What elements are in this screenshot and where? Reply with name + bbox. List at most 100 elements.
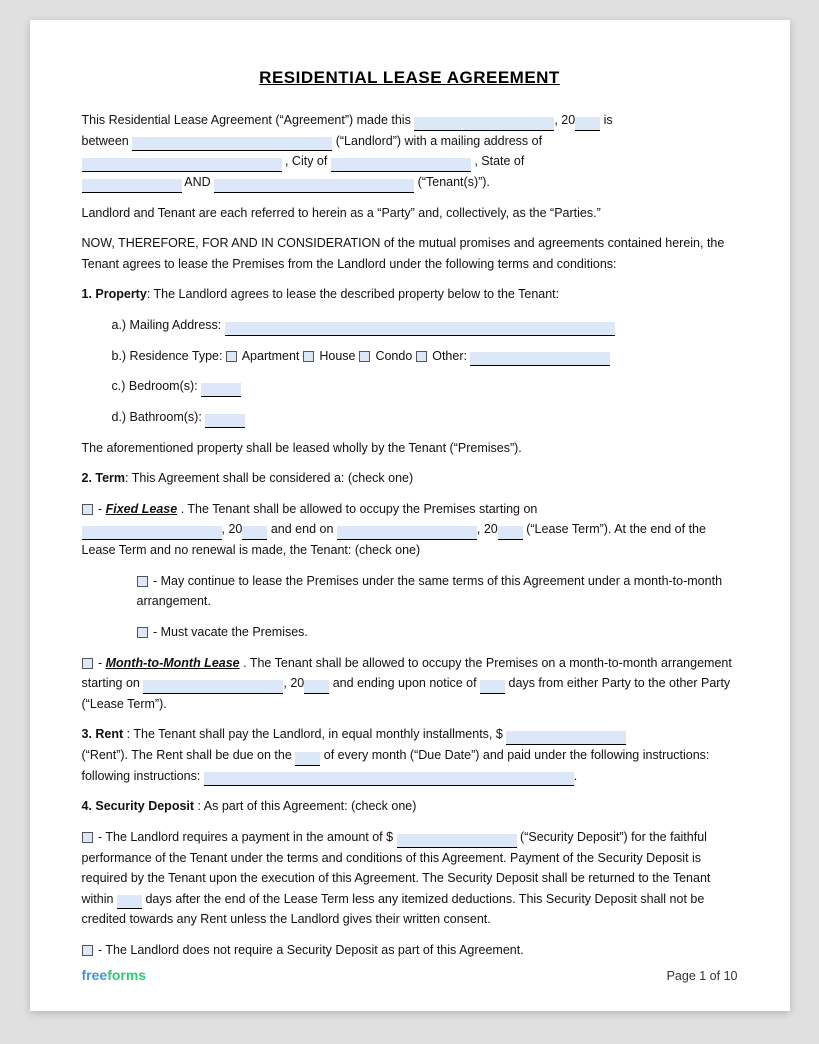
between-label: between xyxy=(82,134,129,148)
start-date-field[interactable] xyxy=(82,526,222,540)
year-field[interactable] xyxy=(575,117,600,131)
other-checkbox[interactable] xyxy=(416,351,427,362)
section2-heading-line: 2. Term: This Agreement shall be conside… xyxy=(82,468,738,489)
intro-paragraph: This Residential Lease Agreement (“Agree… xyxy=(82,110,738,193)
bathrooms-label: d.) Bathroom(s): xyxy=(112,410,206,424)
condo-checkbox[interactable] xyxy=(359,351,370,362)
bedrooms-label: c.) Bedroom(s): xyxy=(112,379,202,393)
consideration-text: NOW, THEREFORE, FOR AND IN CONSIDERATION… xyxy=(82,233,738,274)
section2-intro: : This Agreement shall be considered a: … xyxy=(125,471,413,485)
month-lease-checkbox[interactable] xyxy=(82,658,93,669)
month-text2: and ending upon notice of xyxy=(333,676,477,690)
section3-text2: (“Rent”). The Rent shall be due on the xyxy=(82,748,292,762)
brand-free: free xyxy=(82,967,108,983)
month-start-date-field[interactable] xyxy=(143,680,283,694)
tenant-label: (“Tenant(s)”). xyxy=(418,175,490,189)
house-label: House xyxy=(319,349,359,363)
end-year-field[interactable] xyxy=(498,526,523,540)
deposit-required-checkbox[interactable] xyxy=(82,832,93,843)
section4-heading-line: 4. Security Deposit : As part of this Ag… xyxy=(82,796,738,817)
deposit-not-required-checkbox[interactable] xyxy=(82,945,93,956)
option-continue-row: - May continue to lease the Premises und… xyxy=(137,571,738,612)
brand-forms: forms xyxy=(107,967,146,983)
section3-text1: : The Tenant shall pay the Landlord, in … xyxy=(127,727,503,741)
year-field-label: 20 xyxy=(561,113,575,127)
deposit-option1-text3: days after the end of the Lease Term les… xyxy=(82,892,705,927)
city-field[interactable] xyxy=(331,158,471,172)
notice-days-field[interactable] xyxy=(480,680,505,694)
page-number: Page 1 of 10 xyxy=(667,969,738,983)
month-lease-label: Month-to-Month Lease xyxy=(106,656,240,670)
residence-type-row: b.) Residence Type: Apartment House Cond… xyxy=(112,346,738,367)
landlord-label: (“Landlord”) with a mailing address of xyxy=(336,134,542,148)
security-deposit-option2: - The Landlord does not require a Securi… xyxy=(82,940,738,961)
section4-intro: : As part of this Agreement: (check one) xyxy=(198,799,417,813)
tenant-name-field[interactable] xyxy=(214,179,414,193)
continue-text: - May continue to lease the Premises und… xyxy=(137,574,723,609)
landlord-name-field[interactable] xyxy=(132,137,332,151)
condo-label: Condo xyxy=(375,349,415,363)
state-field[interactable] xyxy=(82,179,182,193)
fixed-lease-row: - Fixed Lease . The Tenant shall be allo… xyxy=(82,499,738,561)
month-lease-row: - Month-to-Month Lease . The Tenant shal… xyxy=(82,653,738,715)
fixed-lease-checkbox[interactable] xyxy=(82,504,93,515)
end-date-field[interactable] xyxy=(337,526,477,540)
fixed-lease-options: - May continue to lease the Premises und… xyxy=(137,571,738,643)
bedrooms-field[interactable] xyxy=(201,383,241,397)
bathrooms-field[interactable] xyxy=(205,414,245,428)
section1-heading: 1. Property xyxy=(82,287,147,301)
intro-is: is xyxy=(604,113,613,127)
apartment-checkbox[interactable] xyxy=(226,351,237,362)
mailing-address-row: a.) Mailing Address: xyxy=(112,315,738,336)
payment-instructions-field[interactable] xyxy=(204,772,574,786)
fixed-lease-text1: . The Tenant shall be allowed to occupy … xyxy=(181,502,538,516)
mailing-label: a.) Mailing Address: xyxy=(112,318,225,332)
other-type-field[interactable] xyxy=(470,352,610,366)
date-field[interactable] xyxy=(414,117,554,131)
mailing-address-field[interactable] xyxy=(82,158,282,172)
option-vacate-row: - Must vacate the Premises. xyxy=(137,622,738,643)
premises-note: The aforementioned property shall be lea… xyxy=(82,438,738,459)
residence-label: b.) Residence Type: xyxy=(112,349,226,363)
month-year-label: 20 xyxy=(290,676,304,690)
house-checkbox[interactable] xyxy=(303,351,314,362)
due-date-field[interactable] xyxy=(295,752,320,766)
instructions-label: following instructions: xyxy=(82,769,204,783)
section4-heading: 4. Security Deposit xyxy=(82,799,195,813)
deposit-option2-text: - The Landlord does not require a Securi… xyxy=(98,943,524,957)
city-label: , City of xyxy=(285,154,327,168)
mailing-address-input[interactable] xyxy=(225,322,615,336)
section3-text3: of every month (“Due Date”) and paid und… xyxy=(324,748,710,762)
bathrooms-row: d.) Bathroom(s): xyxy=(112,407,738,428)
vacate-checkbox[interactable] xyxy=(137,627,148,638)
end-text: and end on xyxy=(271,522,334,536)
return-days-field[interactable] xyxy=(117,895,142,909)
other-label: Other: xyxy=(432,349,470,363)
year1-label: 20 xyxy=(228,522,242,536)
year2-label: 20 xyxy=(484,522,498,536)
document-title: RESIDENTIAL LEASE AGREEMENT xyxy=(82,68,738,88)
vacate-text: - Must vacate the Premises. xyxy=(153,625,308,639)
bedrooms-row: c.) Bedroom(s): xyxy=(112,376,738,397)
section1-intro: : The Landlord agrees to lease the descr… xyxy=(147,287,559,301)
apartment-label: Apartment xyxy=(242,349,303,363)
rent-amount-field[interactable] xyxy=(506,731,626,745)
fixed-lease-dash: - xyxy=(98,502,106,516)
document-page: RESIDENTIAL LEASE AGREEMENT This Residen… xyxy=(30,20,790,1011)
brand-logo: freeforms xyxy=(82,967,147,983)
section2-heading: 2. Term xyxy=(82,471,126,485)
document-footer: freeforms Page 1 of 10 xyxy=(82,967,738,983)
section3-heading: 3. Rent xyxy=(82,727,124,741)
month-lease-dash: - xyxy=(98,656,106,670)
fixed-lease-label: Fixed Lease xyxy=(106,502,178,516)
intro-line1-pre: This Residential Lease Agreement (“Agree… xyxy=(82,113,411,127)
section3-row: 3. Rent : The Tenant shall pay the Landl… xyxy=(82,724,738,786)
and-label: AND xyxy=(184,175,210,189)
continue-checkbox[interactable] xyxy=(137,576,148,587)
month-start-year-field[interactable] xyxy=(304,680,329,694)
start-year-field[interactable] xyxy=(242,526,267,540)
deposit-amount-field[interactable] xyxy=(397,834,517,848)
parties-note: Landlord and Tenant are each referred to… xyxy=(82,203,738,224)
section1-heading-line: 1. Property: The Landlord agrees to leas… xyxy=(82,284,738,305)
state-label: , State of xyxy=(474,154,524,168)
